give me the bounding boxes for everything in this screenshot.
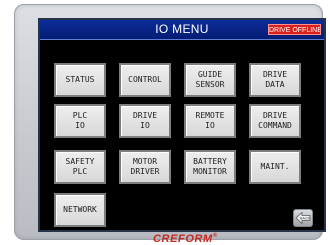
back-button-label: BACK — [300, 216, 310, 220]
back-arrow-icon: BACK — [295, 211, 310, 225]
remote-io-button[interactable]: REMOTE IO — [184, 104, 236, 138]
battery-monitor-button[interactable]: BATTERY MONITOR — [184, 150, 236, 184]
motor-driver-button[interactable]: MOTOR DRIVER — [119, 150, 171, 184]
safety-plc-button[interactable]: SAFETY PLC — [54, 150, 106, 184]
drive-command-button[interactable]: DRIVE COMMAND — [249, 104, 301, 138]
brand-name: CREFORM — [153, 233, 213, 245]
status-button[interactable]: STATUS — [54, 63, 106, 97]
back-button[interactable]: BACK — [293, 209, 313, 227]
drive-data-button[interactable]: DRIVE DATA — [249, 63, 301, 97]
title-bar: IO MENU DRIVE OFFLINE — [40, 20, 324, 40]
drive-io-button[interactable]: DRIVE IO — [119, 104, 171, 138]
maint-button[interactable]: MAINT. — [249, 150, 301, 184]
control-button[interactable]: CONTROL — [119, 63, 171, 97]
guide-sensor-button[interactable]: GUIDE SENSOR — [184, 63, 236, 97]
plc-io-button[interactable]: PLC IO — [54, 104, 106, 138]
drive-status-badge: DRIVE OFFLINE — [268, 24, 321, 35]
brand-logo: CREFORM® — [153, 233, 218, 245]
hmi-panel-bezel: IO MENU DRIVE OFFLINE STATUS CONTROL GUI… — [14, 4, 326, 245]
network-button[interactable]: NETWORK — [54, 193, 106, 227]
registered-mark: ® — [212, 233, 218, 239]
touch-screen: IO MENU DRIVE OFFLINE STATUS CONTROL GUI… — [38, 18, 326, 232]
